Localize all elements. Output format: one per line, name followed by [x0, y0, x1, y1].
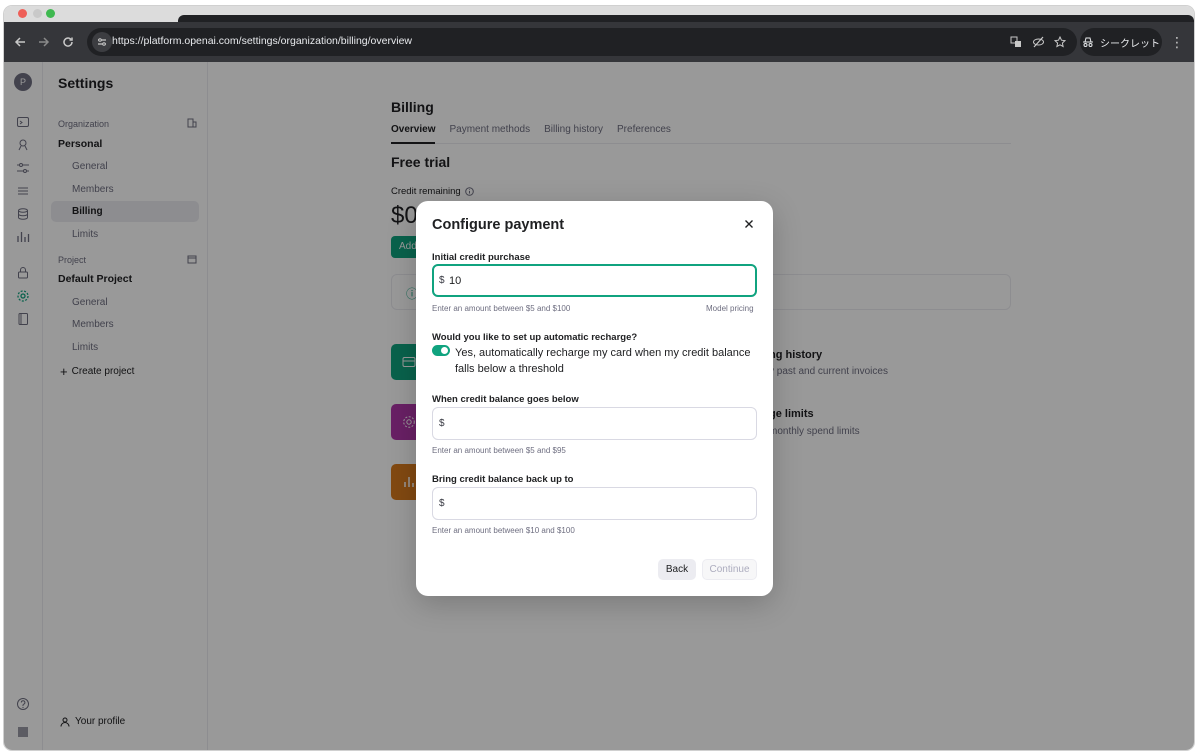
reload-icon[interactable]	[56, 30, 80, 54]
site-settings-icon[interactable]	[92, 32, 112, 52]
incognito-icon	[1083, 37, 1093, 47]
threshold-hint: Enter an amount between $5 and $95	[432, 446, 566, 455]
back-button[interactable]: Back	[658, 559, 696, 580]
incognito-label: シークレット	[1100, 38, 1160, 50]
initial-credit-field[interactable]: $	[432, 264, 757, 297]
star-icon[interactable]	[1051, 33, 1069, 51]
recharge-target-field[interactable]: $	[432, 487, 757, 520]
currency-symbol: $	[439, 275, 445, 286]
title-bar	[4, 6, 1194, 22]
currency-symbol: $	[439, 418, 445, 429]
recharge-question: Would you like to set up automatic recha…	[432, 332, 638, 343]
browser-menu-icon[interactable]: ⋮	[1167, 30, 1187, 54]
threshold-field[interactable]: $	[432, 407, 757, 440]
close-icon[interactable]	[740, 215, 758, 233]
threshold-input[interactable]	[449, 408, 749, 439]
close-window-button[interactable]	[18, 9, 27, 18]
initial-credit-input[interactable]	[449, 266, 749, 295]
tab-strip[interactable]	[178, 15, 1194, 22]
currency-symbol: $	[439, 498, 445, 509]
threshold-label: When credit balance goes below	[432, 394, 579, 405]
forward-arrow-icon[interactable]	[32, 30, 56, 54]
initial-credit-label: Initial credit purchase	[432, 252, 531, 263]
configure-payment-modal: Configure payment Initial credit purchas…	[416, 201, 773, 596]
minimize-window-button[interactable]	[33, 9, 42, 18]
toggle-knob	[441, 347, 448, 354]
auto-recharge-toggle[interactable]	[432, 345, 450, 356]
auto-recharge-option[interactable]: Yes, automatically recharge my card when…	[455, 345, 755, 377]
modal-title: Configure payment	[432, 217, 565, 233]
recharge-target-hint: Enter an amount between $10 and $100	[432, 526, 575, 535]
address-bar[interactable]: https://platform.openai.com/settings/org…	[87, 28, 1077, 56]
model-pricing-link[interactable]: Model pricing	[706, 304, 754, 313]
translate-icon[interactable]	[1007, 33, 1025, 51]
recharge-target-input[interactable]	[449, 488, 749, 519]
url-text[interactable]: https://platform.openai.com/settings/org…	[112, 35, 412, 47]
continue-button[interactable]: Continue	[702, 559, 757, 580]
back-arrow-icon[interactable]	[8, 30, 32, 54]
initial-credit-hint: Enter an amount between $5 and $100	[432, 304, 571, 313]
recharge-target-label: Bring credit balance back up to	[432, 474, 574, 485]
browser-toolbar: https://platform.openai.com/settings/org…	[4, 22, 1194, 62]
eye-off-icon[interactable]	[1029, 33, 1047, 51]
maximize-window-button[interactable]	[46, 9, 55, 18]
incognito-badge[interactable]: シークレット	[1080, 28, 1162, 56]
